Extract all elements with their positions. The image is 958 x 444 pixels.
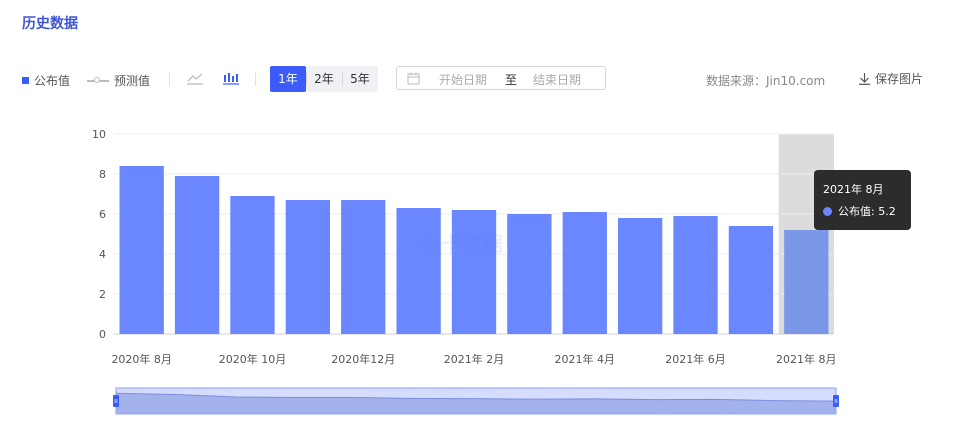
bar xyxy=(119,166,164,334)
x-tick-label: 2020年 8月 xyxy=(111,352,172,366)
bar xyxy=(341,200,386,334)
x-tick-label: 2021年 2月 xyxy=(444,352,505,366)
y-tick-label: 8 xyxy=(99,168,106,181)
x-tick-label: 2020年12月 xyxy=(331,352,395,366)
y-tick-label: 10 xyxy=(92,128,106,141)
x-tick-label: 2021年 8月 xyxy=(776,352,837,366)
watermark: 金十数据 xyxy=(420,232,504,256)
zoom-handle-right[interactable] xyxy=(833,395,839,407)
bar xyxy=(230,196,275,334)
bar xyxy=(396,208,441,334)
y-tick-label: 6 xyxy=(99,208,106,221)
x-tick-label: 2021年 4月 xyxy=(555,352,616,366)
bar xyxy=(673,216,718,334)
tooltip-value: 公布值: 5.2 xyxy=(838,205,896,218)
y-tick-label: 2 xyxy=(99,288,106,301)
bar xyxy=(784,230,829,334)
bar xyxy=(728,226,774,334)
tooltip-series-dot xyxy=(823,206,832,216)
bar xyxy=(174,176,220,334)
bar xyxy=(507,214,552,334)
bar xyxy=(562,212,607,334)
y-tick-label: 4 xyxy=(99,248,106,261)
tooltip-date: 2021年 8月 xyxy=(823,183,884,196)
bar xyxy=(285,200,330,334)
tooltip-row: 公布值: 5.2 xyxy=(823,203,896,219)
y-tick-label: 0 xyxy=(99,328,106,341)
x-tick-label: 2020年 10月 xyxy=(219,352,287,366)
bar xyxy=(618,218,663,334)
chart-tooltip: 2021年 8月 公布值: 5.2 xyxy=(814,170,911,230)
zoom-handle-left[interactable] xyxy=(113,395,119,407)
x-tick-label: 2021年 6月 xyxy=(665,352,726,366)
